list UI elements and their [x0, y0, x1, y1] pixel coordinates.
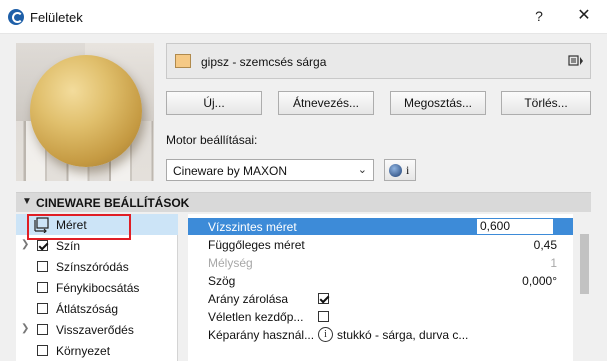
prop-lock-ratio[interactable]: Arány zárolása: [188, 290, 573, 307]
prop-label: Véletlen kezdőp...: [208, 310, 304, 324]
prop-label: Mélység: [208, 256, 253, 270]
preview-sphere: [30, 55, 142, 167]
channel-checkbox[interactable]: [37, 240, 48, 251]
share-button[interactable]: Megosztás...: [390, 91, 486, 115]
channel-label: Szín: [56, 239, 81, 253]
section-title: CINEWARE BEÁLLÍTÁSOK: [36, 196, 190, 210]
new-button[interactable]: Új...: [166, 91, 262, 115]
prop-vertical-size[interactable]: Függőleges méret 0,45: [188, 236, 573, 253]
channel-transparency[interactable]: Átlátszóság: [16, 298, 178, 319]
prop-label: Arány zárolása: [208, 292, 289, 306]
property-panel: Vízszintes méret 0,600 Függőleges méret …: [188, 214, 573, 361]
rename-button[interactable]: Átnevezés...: [278, 91, 374, 115]
channel-label: Környezet: [56, 344, 111, 358]
prop-label: Szög: [208, 274, 236, 288]
app-logo-icon: [8, 9, 24, 25]
prop-label: Képarány használ...: [208, 328, 315, 342]
channel-environment[interactable]: Környezet: [16, 340, 178, 361]
channel-luminance[interactable]: Fénykibocsátás: [16, 277, 178, 298]
prop-angle[interactable]: Szög 0,000°: [188, 272, 573, 289]
expand-chevron-icon[interactable]: ❯: [21, 239, 29, 250]
help-button[interactable]: ?: [529, 6, 549, 26]
close-button[interactable]: ✕: [574, 6, 594, 26]
channel-label: Fénykibocsátás: [56, 281, 140, 295]
prop-value: 1: [550, 256, 557, 270]
engine-dropdown[interactable]: Cineware by MAXON ⌄: [166, 159, 374, 181]
cineware-section-header[interactable]: ▼ CINEWARE BEÁLLÍTÁSOK: [16, 192, 591, 212]
chevron-down-icon: ⌄: [357, 164, 367, 176]
prop-random-start[interactable]: Véletlen kezdőp...: [188, 308, 573, 325]
collapse-chevron-icon: ▼: [22, 196, 32, 207]
channel-label: Visszaverődés: [56, 323, 134, 337]
dialog-body: gipsz - szemcsés sárga Új... Átnevezés..…: [0, 34, 607, 361]
engine-value: Cineware by MAXON: [173, 164, 288, 178]
info-label: i: [406, 163, 410, 177]
lock-ratio-checkbox[interactable]: [318, 293, 329, 304]
channel-checkbox[interactable]: [37, 324, 48, 335]
prop-use-aspect[interactable]: Képarány használ... i stukkó - sárga, du…: [188, 326, 573, 343]
prop-horizontal-size[interactable]: Vízszintes méret 0,600: [188, 218, 573, 235]
channel-label: Színszóródás: [56, 260, 129, 274]
title-bar: Felületek ? ✕: [0, 0, 607, 34]
engine-info-button[interactable]: i: [384, 159, 416, 181]
prop-value: 0,000°: [522, 274, 557, 288]
texture-link[interactable]: stukkó - sárga, durva c...: [337, 328, 468, 342]
delete-button[interactable]: Törlés...: [501, 91, 591, 115]
horizontal-size-input[interactable]: 0,600: [476, 218, 554, 235]
info-icon[interactable]: i: [318, 327, 333, 342]
highlight-annotation: [27, 214, 131, 240]
material-name: gipsz - szemcsés sárga: [201, 55, 327, 69]
prop-depth: Mélység 1: [188, 254, 573, 271]
expand-chevron-icon[interactable]: ❯: [21, 323, 29, 334]
channel-checkbox[interactable]: [37, 282, 48, 293]
material-selector[interactable]: gipsz - szemcsés sárga: [166, 43, 591, 79]
channel-checkbox[interactable]: [37, 303, 48, 314]
channel-checkbox[interactable]: [37, 261, 48, 272]
channel-label: Átlátszóság: [56, 302, 119, 316]
material-preview: [16, 43, 154, 181]
prop-label: Vízszintes méret: [208, 220, 297, 234]
random-start-checkbox[interactable]: [318, 311, 329, 322]
prop-label: Függőleges méret: [208, 238, 305, 252]
prop-value: 0,45: [533, 238, 557, 252]
cineware-icon: [389, 164, 402, 177]
scroll-thumb[interactable]: [580, 234, 589, 294]
property-scrollbar[interactable]: [578, 214, 591, 361]
material-swatch: [175, 54, 191, 68]
channel-diffusion[interactable]: Színszóródás: [16, 256, 178, 277]
window-title: Felületek: [30, 10, 83, 25]
material-menu-icon[interactable]: [568, 54, 584, 68]
channel-checkbox[interactable]: [37, 345, 48, 356]
channel-reflectance[interactable]: ❯ Visszaverődés: [16, 319, 178, 340]
engine-label: Motor beállításai:: [166, 133, 258, 147]
